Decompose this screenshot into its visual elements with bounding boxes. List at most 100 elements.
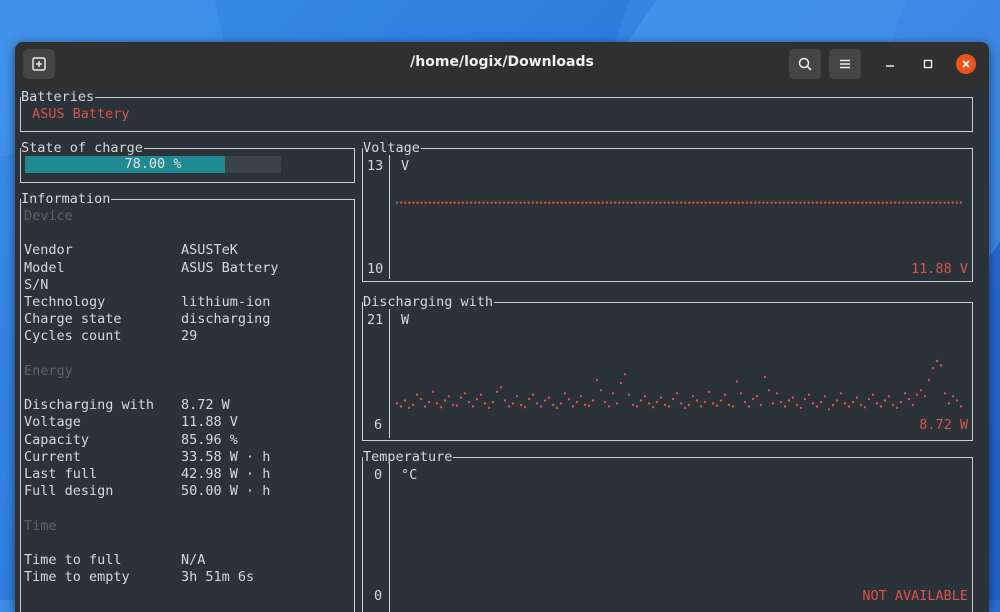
chart-point [883,399,887,402]
chart-point [875,402,879,405]
information-panel: Information Device Vendor ASUSTeK Model ASUS… [20,191,355,612]
maximize-button[interactable] [918,54,938,74]
state-of-charge-title: State of charge [21,140,144,156]
info-row: Time to empty 3h 51m 6s [24,569,254,586]
chart-point [859,403,863,407]
info-row: Current 33.58 W · h [24,449,270,466]
chart-point [511,402,515,405]
chart-point [856,201,860,204]
chart-point [783,405,787,408]
chart-point [420,201,423,204]
chart-point [663,403,667,407]
chart-point [704,201,707,204]
chart-point [695,399,699,402]
chart-point [412,201,415,204]
discharging-chart-panel: Discharging with 21 6 W 8.72 W [362,294,973,441]
chart-point [552,201,555,204]
close-button[interactable] [956,54,976,74]
info-section-header: Device [24,208,73,224]
chart-point [914,201,917,204]
chart-point [951,201,954,204]
chart-point [475,397,479,401]
chart-point [852,201,856,204]
chart-point [630,201,633,204]
chart-point [495,390,499,393]
chart-point [745,201,749,204]
temperature-y-axis [389,464,390,612]
chart-point [567,397,571,401]
chart-point [459,396,463,399]
chart-point [671,201,674,204]
battery-list-item[interactable]: ASUS Battery [32,106,130,123]
chart-point [539,201,543,204]
info-key: Capacity [24,431,90,448]
chart-point [523,406,527,409]
chart-point [751,397,755,401]
info-key: Time to empty [24,569,130,586]
chart-point [907,397,911,401]
chart-point [891,403,895,407]
chart-point [415,393,419,396]
info-value: ASUS Battery [181,259,279,276]
chart-point [687,403,691,407]
chart-point [431,390,435,393]
chart-point [595,378,599,382]
state-of-charge-panel: State of charge 78.00 % [20,140,355,183]
chart-point [707,390,711,393]
hamburger-menu-icon [840,59,850,69]
info-key: Voltage [24,414,81,431]
info-value: 33.58 W · h [181,448,271,465]
chart-point [507,405,511,408]
chart-point [807,201,810,204]
chart-point [844,201,847,204]
chart-point [447,395,451,398]
chart-point [618,201,621,204]
chart-point [548,201,551,204]
chart-point [467,400,471,404]
chart-point [688,201,691,204]
chart-point [848,201,851,204]
chart-point [703,400,707,404]
info-key: Model [24,259,65,276]
chart-point [407,406,411,410]
chart-point [474,201,477,204]
chart-point [803,397,807,401]
temperature-chart-panel: Temperature 0 0 °C NOT AVAILABLE [362,449,973,612]
chart-point [939,364,943,367]
chart-point [395,201,399,204]
chart-point [735,380,739,383]
chart-point [811,201,814,204]
chart-point [599,389,603,392]
chart-point [435,402,439,405]
temperature-y-max: 0 [374,467,383,483]
chart-point [754,201,757,204]
discharging-y-max: 21 [367,312,384,328]
chart-point [667,201,670,204]
chart-point [807,393,811,396]
chart-point [619,381,623,385]
chart-point [659,201,662,204]
chart-point [647,402,651,405]
chart-point [811,402,815,405]
chart-point [483,402,487,405]
chart-point [593,201,596,204]
chart-point [443,399,447,402]
chart-point [575,400,579,404]
chart-point [607,405,611,408]
chart-point [918,201,921,204]
chart-point [614,201,617,204]
charge-gauge: 78.00 % [25,156,281,173]
menu-button[interactable] [829,49,861,79]
chart-point [403,399,407,402]
chart-point [603,400,607,404]
info-row: S/N [24,277,48,294]
minimize-button[interactable] [880,54,900,74]
search-button[interactable] [789,49,821,79]
chart-point [437,201,440,204]
chart-point [786,201,790,204]
chart-point [919,389,923,392]
chart-point [535,201,539,204]
info-row: Charge state discharging [24,311,270,328]
chart-point [502,201,506,204]
information-title: Information [21,191,112,207]
